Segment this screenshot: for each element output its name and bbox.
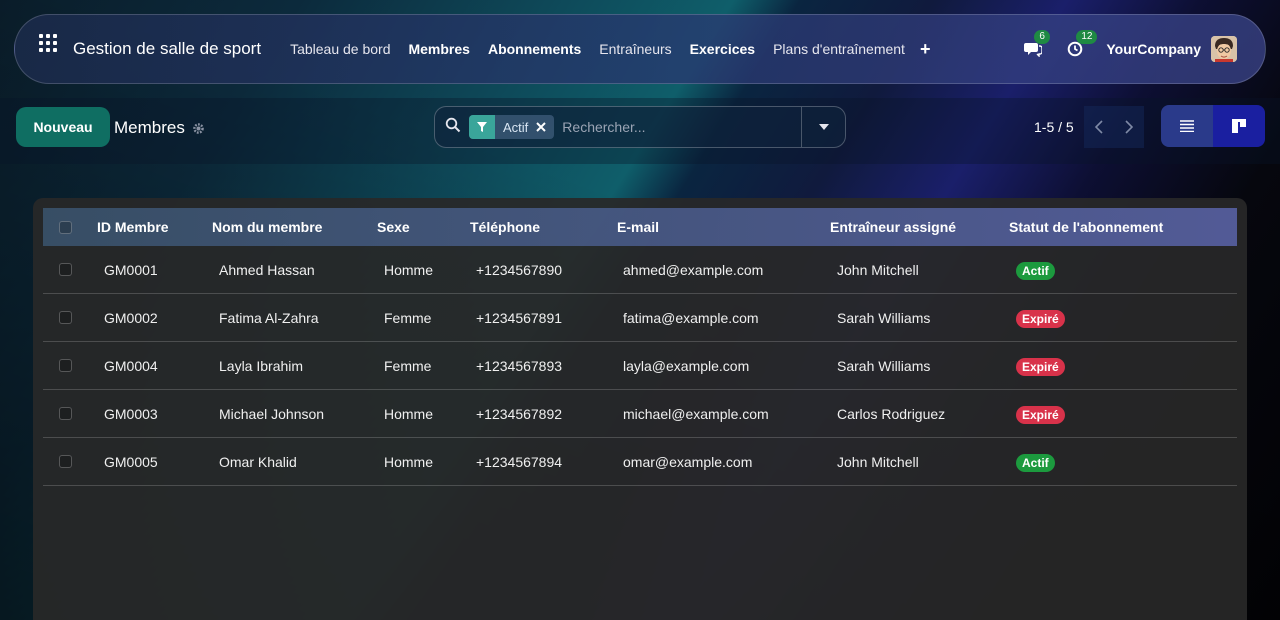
row-checkbox[interactable] bbox=[59, 311, 72, 324]
menu-item-training-plans[interactable]: Plans d'entraînement bbox=[764, 41, 914, 57]
messages-icon[interactable]: 6 bbox=[1022, 30, 1050, 60]
app-title[interactable]: Gestion de salle de sport bbox=[73, 39, 261, 59]
menu-item-trainers[interactable]: Entraîneurs bbox=[590, 41, 680, 57]
cell-member-id: GM0004 bbox=[104, 357, 158, 374]
pager-next-chevron-right-icon[interactable] bbox=[1114, 106, 1144, 148]
status-badge: Expiré bbox=[1016, 405, 1065, 424]
cell-member-id: GM0002 bbox=[104, 309, 158, 326]
cell-email: layla@example.com bbox=[623, 357, 750, 374]
cell-sex: Femme bbox=[384, 309, 432, 326]
table-row[interactable]: GM0004 Layla Ibrahim Femme +1234567893 l… bbox=[43, 342, 1237, 390]
pager-previous-chevron-left-icon[interactable] bbox=[1084, 106, 1114, 148]
filter-facet-label: Actif bbox=[503, 119, 529, 135]
status-badge: Expiré bbox=[1016, 309, 1065, 328]
cell-trainer: John Mitchell bbox=[837, 261, 919, 278]
filter-icon bbox=[469, 115, 495, 139]
add-menu-icon[interactable]: + bbox=[920, 39, 931, 60]
cell-sex: Femme bbox=[384, 357, 432, 374]
table-row[interactable]: GM0002 Fatima Al-Zahra Femme +1234567891… bbox=[43, 294, 1237, 342]
column-header-member-id[interactable]: ID Membre bbox=[97, 219, 169, 235]
cell-trainer: Carlos Rodriguez bbox=[837, 405, 946, 422]
cell-email: fatima@example.com bbox=[623, 309, 759, 326]
cell-sex: Homme bbox=[384, 261, 434, 278]
table-row[interactable]: GM0001 Ahmed Hassan Homme +1234567890 ah… bbox=[43, 246, 1237, 294]
cell-phone: +1234567891 bbox=[476, 309, 563, 326]
cell-phone: +1234567894 bbox=[476, 453, 563, 470]
menu-item-exercises[interactable]: Exercices bbox=[681, 41, 764, 57]
cell-phone: +1234567893 bbox=[476, 357, 563, 374]
list-view-icon[interactable] bbox=[1161, 105, 1213, 147]
top-navbar: Gestion de salle de sport Tableau de bor… bbox=[14, 14, 1266, 84]
column-header-trainer[interactable]: Entraîneur assigné bbox=[830, 219, 956, 235]
select-all-checkbox[interactable] bbox=[59, 220, 72, 234]
column-header-sex[interactable]: Sexe bbox=[377, 219, 410, 235]
status-badge: Actif bbox=[1016, 261, 1055, 280]
column-header-subscription-status[interactable]: Statut de l'abonnement bbox=[1009, 219, 1163, 235]
row-checkbox[interactable] bbox=[59, 359, 72, 372]
cell-member-name: Layla Ibrahim bbox=[219, 357, 304, 374]
main-menu: Tableau de bord Membres Abonnements Entr… bbox=[281, 41, 914, 57]
cell-email: ahmed@example.com bbox=[623, 261, 764, 278]
cell-phone: +1234567890 bbox=[476, 261, 563, 278]
table-header: ID Membre Nom du membre Sexe Téléphone E… bbox=[43, 208, 1237, 246]
cell-member-name: Fatima Al-Zahra bbox=[219, 309, 319, 326]
company-switcher[interactable]: YourCompany bbox=[1106, 41, 1201, 57]
cell-sex: Homme bbox=[384, 405, 434, 422]
user-avatar[interactable] bbox=[1211, 36, 1237, 62]
search-bar: Actif bbox=[434, 106, 846, 148]
table-row[interactable]: GM0003 Michael Johnson Homme +1234567892… bbox=[43, 390, 1237, 438]
status-badge: Actif bbox=[1016, 453, 1055, 472]
cell-member-id: GM0003 bbox=[104, 405, 158, 422]
menu-item-dashboard[interactable]: Tableau de bord bbox=[281, 41, 399, 57]
cell-member-name: Omar Khalid bbox=[219, 453, 297, 470]
column-header-member-name[interactable]: Nom du membre bbox=[212, 219, 322, 235]
row-checkbox[interactable] bbox=[59, 455, 72, 468]
gear-icon[interactable] bbox=[192, 122, 205, 140]
list-view-panel: ID Membre Nom du membre Sexe Téléphone E… bbox=[33, 198, 1247, 620]
search-options-chevron-down-icon[interactable] bbox=[801, 107, 845, 147]
cell-member-name: Ahmed Hassan bbox=[219, 261, 315, 278]
filter-facet: Actif bbox=[469, 115, 555, 139]
cell-member-id: GM0005 bbox=[104, 453, 158, 470]
kanban-view-icon[interactable] bbox=[1213, 105, 1265, 147]
menu-item-subscriptions[interactable]: Abonnements bbox=[479, 41, 590, 57]
cell-trainer: John Mitchell bbox=[837, 453, 919, 470]
messages-count-badge: 6 bbox=[1034, 30, 1050, 44]
cell-email: michael@example.com bbox=[623, 405, 769, 422]
search-icon[interactable] bbox=[445, 117, 461, 138]
row-checkbox[interactable] bbox=[59, 407, 72, 420]
cell-member-id: GM0001 bbox=[104, 261, 158, 278]
apps-menu-icon[interactable] bbox=[39, 34, 57, 52]
row-checkbox[interactable] bbox=[59, 263, 72, 276]
cell-email: omar@example.com bbox=[623, 453, 753, 470]
activities-count-badge: 12 bbox=[1076, 30, 1098, 44]
menu-item-members[interactable]: Membres bbox=[399, 41, 478, 57]
search-input[interactable] bbox=[562, 119, 801, 135]
pager-value[interactable]: 1-5 / 5 bbox=[1034, 119, 1074, 135]
cell-trainer: Sarah Williams bbox=[837, 309, 931, 326]
cell-trainer: Sarah Williams bbox=[837, 357, 931, 374]
cell-phone: +1234567892 bbox=[476, 405, 563, 422]
activities-clock-icon[interactable]: 12 bbox=[1064, 30, 1098, 60]
cell-member-name: Michael Johnson bbox=[219, 405, 325, 422]
control-panel: Nouveau Membres Actif 1-5 / 5 bbox=[0, 98, 1280, 164]
page-title[interactable]: Membres bbox=[114, 118, 185, 138]
column-header-email[interactable]: E-mail bbox=[617, 219, 659, 235]
remove-filter-close-icon[interactable] bbox=[536, 122, 554, 132]
cell-sex: Homme bbox=[384, 453, 434, 470]
column-header-phone[interactable]: Téléphone bbox=[470, 219, 540, 235]
table-row[interactable]: GM0005 Omar Khalid Homme +1234567894 oma… bbox=[43, 438, 1237, 486]
status-badge: Expiré bbox=[1016, 357, 1065, 376]
new-record-button[interactable]: Nouveau bbox=[16, 107, 110, 147]
